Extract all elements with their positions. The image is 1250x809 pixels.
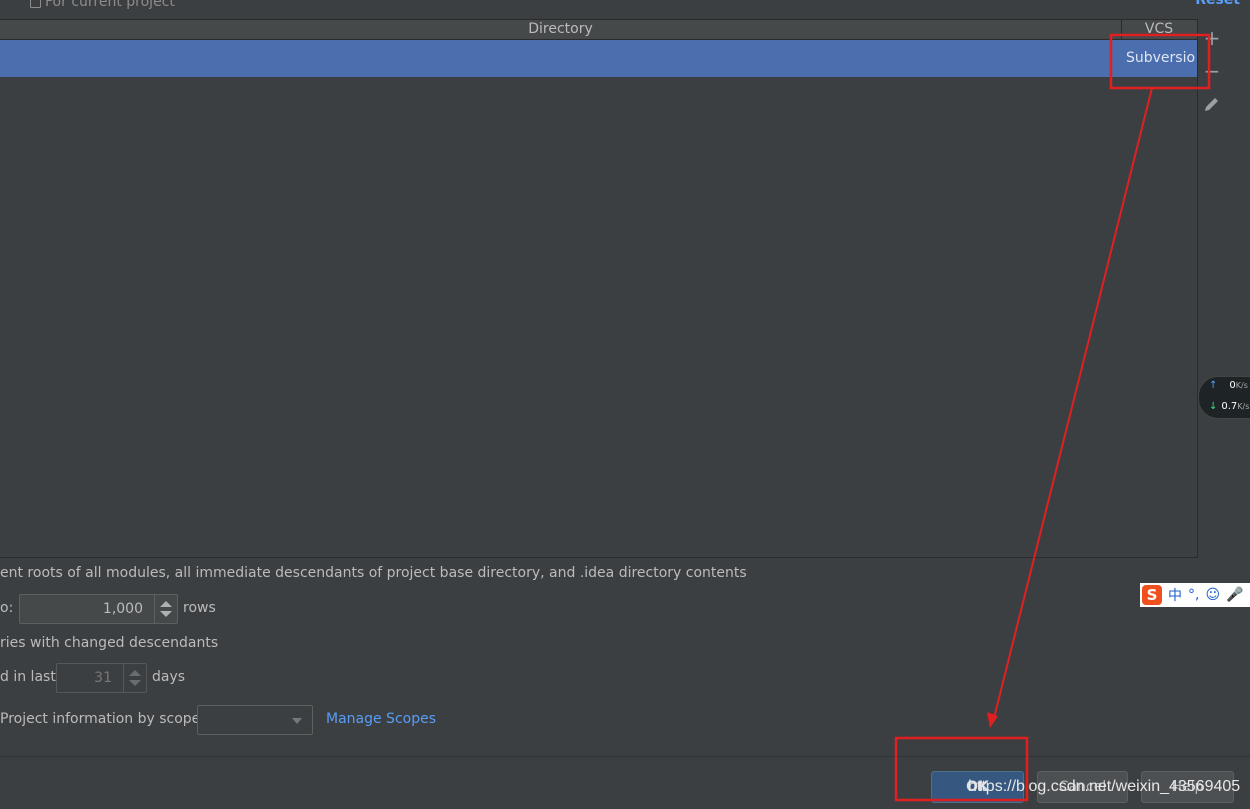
- arrow-down-icon: ↓: [1209, 401, 1218, 412]
- network-speed-widget: ↑ 0K/s ↓ 0.7K/s: [1198, 376, 1250, 419]
- limit-label: o:: [0, 600, 14, 616]
- watermark: https://blog.csdn.net/weixin_43569405: [968, 778, 1241, 795]
- download-speed: ↓ 0.7K/s: [1209, 401, 1250, 412]
- ime-mode-chinese[interactable]: 中: [1168, 585, 1182, 605]
- days-stepper[interactable]: 31: [56, 663, 147, 693]
- column-header-vcs[interactable]: VCS: [1122, 20, 1196, 39]
- sogou-logo-icon[interactable]: S: [1142, 585, 1162, 605]
- directory-mappings-table[interactable]: Directory VCS Subversion: [0, 19, 1198, 558]
- rows-label: rows: [183, 600, 216, 616]
- reset-link[interactable]: Reset: [1195, 0, 1240, 8]
- top-hint-text: For current project: [45, 0, 175, 10]
- annotation-arrow-head: [987, 712, 998, 728]
- upload-speed: ↑ 0K/s: [1209, 380, 1248, 391]
- days-value[interactable]: 31: [94, 664, 112, 692]
- microphone-icon[interactable]: 🎤: [1226, 587, 1243, 603]
- manage-scopes-link[interactable]: Manage Scopes: [326, 711, 436, 727]
- ime-punctuation[interactable]: °,: [1188, 587, 1199, 603]
- plus-icon[interactable]: +: [1202, 28, 1222, 48]
- stepper-arrows[interactable]: [123, 664, 146, 692]
- days-label: days: [152, 669, 186, 685]
- stepper-down-icon[interactable]: [129, 680, 141, 686]
- arrow-up-icon: ↑: [1209, 380, 1218, 391]
- chevron-down-icon[interactable]: [292, 718, 302, 724]
- stepper-down-icon[interactable]: [160, 611, 172, 617]
- top-hint: For current project: [30, 0, 175, 10]
- days-prefix-label: d in last: [0, 669, 56, 685]
- stepper-arrows[interactable]: [154, 595, 177, 623]
- limit-rows-value[interactable]: 1,000: [103, 595, 143, 623]
- table-row[interactable]: Subversion: [0, 40, 1197, 77]
- scope-select[interactable]: [197, 705, 313, 735]
- stepper-up-icon[interactable]: [129, 670, 141, 676]
- ime-toolbar[interactable]: S 中 °, ☺ 🎤: [1140, 583, 1250, 607]
- table-header: Directory VCS: [0, 20, 1197, 40]
- scope-label: Project information by scope: [0, 711, 201, 727]
- content-roots-description: ent roots of all modules, all immediate …: [0, 565, 747, 581]
- pencil-icon[interactable]: [1202, 94, 1222, 114]
- column-header-directory[interactable]: Directory: [0, 20, 1122, 39]
- limit-rows-stepper[interactable]: 1,000: [19, 594, 178, 624]
- changed-descendants-option[interactable]: ries with changed descendants: [0, 635, 218, 651]
- row-vcs: Subversion: [1126, 50, 1196, 66]
- minus-icon[interactable]: −: [1202, 61, 1222, 81]
- emoji-icon[interactable]: ☺: [1205, 587, 1220, 603]
- stepper-up-icon[interactable]: [160, 601, 172, 607]
- document-icon: [30, 0, 41, 8]
